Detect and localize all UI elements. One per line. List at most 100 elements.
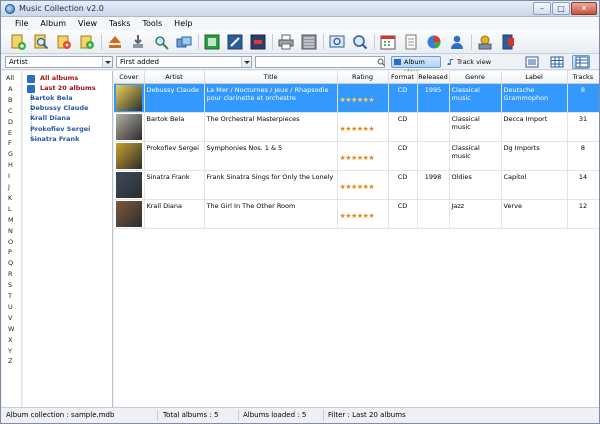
album-view-toggle[interactable]: Album view: [391, 56, 441, 76]
list-view-button[interactable]: [522, 55, 540, 69]
alpha-index-item[interactable]: O: [2, 238, 22, 246]
print-button[interactable]: [277, 33, 295, 51]
alpha-index-item[interactable]: All: [2, 74, 22, 82]
alpha-index-item[interactable]: M: [2, 216, 22, 224]
alpha-index-item[interactable]: R: [2, 270, 22, 278]
table-row[interactable]: Krall Diana The Girl In The Other Room ★★★…: [114, 199, 599, 229]
download-button[interactable]: [129, 33, 147, 51]
add-album-button[interactable]: [9, 33, 27, 51]
alphabet-index: All A B C D E F G H I J K L M N O P Q R S T U V W X Y Z: [2, 71, 22, 407]
maximize-button[interactable]: □: [552, 2, 570, 15]
grid-view-button[interactable]: [547, 55, 565, 69]
status-bar: Album collection : sample.mdb Total albu…: [1, 407, 599, 423]
eject-button[interactable]: [106, 33, 124, 51]
rating-stars[interactable]: ★★★★★★: [340, 125, 386, 133]
contacts-button[interactable]: [448, 33, 466, 51]
rating-stars[interactable]: ★★★★★★: [340, 96, 386, 104]
loans-button[interactable]: [476, 33, 494, 51]
title-bar[interactable]: Music Collection v2.0 – □ ✕: [1, 1, 599, 17]
tree-node-label: Prokofiev Sergei: [30, 125, 91, 133]
export-pdf-button[interactable]: [249, 33, 267, 51]
menu-album[interactable]: Album: [34, 17, 72, 30]
menu-tasks[interactable]: Tasks: [103, 17, 136, 30]
field-select-value: Artist: [9, 58, 28, 66]
alpha-index-item[interactable]: B: [2, 96, 22, 104]
alpha-index-item[interactable]: A: [2, 85, 22, 93]
menu-help[interactable]: Help: [168, 17, 198, 30]
report-button[interactable]: [300, 33, 318, 51]
close-button[interactable]: ✕: [571, 2, 597, 15]
delete-album-button[interactable]: [78, 33, 96, 51]
alpha-index-item[interactable]: Z: [2, 357, 22, 365]
export-edit-button[interactable]: [226, 33, 244, 51]
rating-stars[interactable]: ★★★★★★: [340, 154, 386, 162]
alpha-index-item[interactable]: G: [2, 150, 22, 158]
detail-view-button[interactable]: [572, 55, 590, 69]
menu-view[interactable]: View: [72, 17, 103, 30]
alpha-index-item[interactable]: P: [2, 248, 22, 256]
alpha-index-item[interactable]: X: [2, 336, 22, 344]
alpha-index-item[interactable]: Y: [2, 347, 22, 355]
notes-button[interactable]: [402, 33, 420, 51]
tree-node-label: Debussy Claude: [30, 104, 89, 112]
export-html-button[interactable]: [203, 33, 221, 51]
rating-stars[interactable]: ★★★★★★: [340, 183, 386, 191]
field-select[interactable]: Artist: [5, 56, 113, 68]
column-header-artist[interactable]: Artist: [144, 71, 205, 84]
fullscreen-button[interactable]: [328, 33, 346, 51]
column-header-genre[interactable]: Genre: [449, 71, 502, 84]
alpha-index-item[interactable]: D: [2, 118, 22, 126]
search-icon[interactable]: [377, 58, 385, 66]
alpha-index-item[interactable]: V: [2, 314, 22, 322]
toolbar-separator: [374, 33, 375, 50]
table-row[interactable]: Bartok Bela The Orchestral Masterpieces ★★…: [114, 112, 599, 142]
menu-file[interactable]: File: [9, 17, 34, 30]
export-edit-icon: [227, 34, 243, 49]
minimize-button[interactable]: –: [533, 2, 551, 15]
alpha-index-item[interactable]: Q: [2, 259, 22, 267]
alpha-index-item[interactable]: T: [2, 292, 22, 300]
zoom-button[interactable]: [351, 33, 369, 51]
column-header-rating[interactable]: Rating: [337, 71, 389, 84]
column-header-cover[interactable]: Cover: [114, 71, 145, 84]
edit-album-button[interactable]: [55, 33, 73, 51]
alpha-index-item[interactable]: N: [2, 227, 22, 235]
status-collection: Album collection : sample.mdb: [6, 411, 115, 419]
alpha-index-item[interactable]: J: [2, 183, 22, 191]
rating-stars[interactable]: ★★★★★★: [340, 212, 386, 220]
chevron-down-icon: [102, 57, 112, 67]
sort-select[interactable]: First added: [116, 56, 252, 68]
table-row[interactable]: Prokofiev Sergei Symphonies Nos. 1 & 5 ★★★…: [114, 141, 599, 171]
exit-button[interactable]: [499, 33, 517, 51]
search-album-icon: [34, 34, 49, 49]
cell-cover: [114, 83, 145, 113]
cell-artist: Krall Diana: [144, 199, 205, 229]
search-album-button[interactable]: [32, 33, 50, 51]
column-header-format[interactable]: Format: [388, 71, 418, 84]
alpha-index-item[interactable]: E: [2, 129, 22, 137]
alpha-index-item[interactable]: S: [2, 281, 22, 289]
table-row[interactable]: Debussy Claude La Mer / Nocturnes / Jeux …: [114, 83, 599, 113]
cell-title: The Girl In The Other Room: [204, 199, 338, 229]
album-cover-image: [116, 84, 142, 111]
find-cover-button[interactable]: [152, 33, 170, 51]
tools-button[interactable]: [175, 33, 193, 51]
track-view-toggle[interactable]: Track view: [444, 56, 494, 68]
alpha-index-item[interactable]: H: [2, 161, 22, 169]
alpha-index-item[interactable]: U: [2, 303, 22, 311]
statistics-button[interactable]: [425, 33, 443, 51]
alpha-index-item[interactable]: W: [2, 325, 22, 333]
menu-tools[interactable]: Tools: [136, 17, 168, 30]
table-row[interactable]: Sinatra Frank Frank Sinatra Sings for Onl…: [114, 170, 599, 200]
alpha-index-item[interactable]: F: [2, 139, 22, 147]
column-header-released[interactable]: Released: [417, 71, 450, 84]
search-input[interactable]: [255, 56, 385, 68]
alpha-index-item[interactable]: K: [2, 194, 22, 202]
alpha-index-item[interactable]: C: [2, 107, 22, 115]
column-header-label[interactable]: Label: [501, 71, 568, 84]
column-header-tracks[interactable]: Tracks: [567, 71, 599, 84]
calendar-button[interactable]: [379, 33, 397, 51]
column-header-title[interactable]: Title: [204, 71, 338, 84]
alpha-index-item[interactable]: L: [2, 205, 22, 213]
alpha-index-item[interactable]: I: [2, 172, 22, 180]
